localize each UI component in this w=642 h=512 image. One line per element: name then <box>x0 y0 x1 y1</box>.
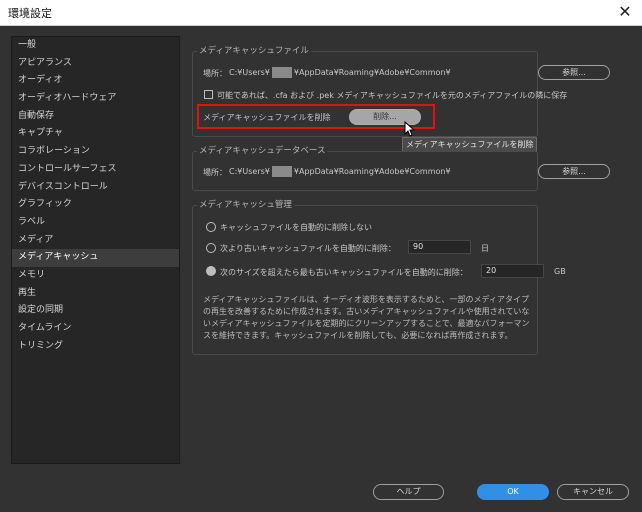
sidebar-item[interactable]: メディア <box>12 232 179 250</box>
sidebar-item[interactable]: トリミング <box>12 338 179 356</box>
sidebar-item[interactable]: コントロールサーフェス <box>12 161 179 179</box>
save-next-to-original-checkbox[interactable] <box>204 90 213 99</box>
delete-older-label: 次より古いキャッシュファイルを自動的に削除： <box>220 244 396 253</box>
cache-files-title: メディアキャッシュファイル <box>197 46 311 57</box>
ok-button[interactable]: OK <box>477 484 549 500</box>
delete-tooltip: メディアキャッシュファイルを削除 <box>402 137 538 152</box>
sidebar-item[interactable]: 一般 <box>12 37 179 55</box>
sidebar-item[interactable]: オーディオハードウェア <box>12 90 179 108</box>
cache-files-path-suffix: ¥AppData¥Roaming¥Adobe¥Common¥ <box>293 68 451 77</box>
cache-db-path-prefix: C:¥Users¥ <box>229 167 270 176</box>
sidebar-item[interactable]: 自動保存 <box>12 108 179 126</box>
cache-files-location-label: 場所： <box>203 69 227 78</box>
cancel-button[interactable]: キャンセル <box>557 484 629 500</box>
delete-over-size-radio[interactable] <box>206 266 216 276</box>
size-unit: GB <box>554 267 566 276</box>
size-input[interactable]: 20 <box>481 264 544 278</box>
cache-db-path-suffix: ¥AppData¥Roaming¥Adobe¥Common¥ <box>293 167 451 176</box>
delete-over-size-label: 次のサイズを超えたら最も古いキャッシュファイルを自動的に削除： <box>220 268 468 277</box>
sidebar-item[interactable]: コラボレーション <box>12 143 179 161</box>
cache-db-location-label: 場所： <box>203 168 227 177</box>
cache-files-path-prefix: C:¥Users¥ <box>229 68 270 77</box>
never-delete-label: キャッシュファイルを自動的に削除しない <box>220 223 372 232</box>
help-button[interactable]: ヘルプ <box>373 484 444 500</box>
sidebar-item[interactable]: デバイスコントロール <box>12 179 179 197</box>
title-bar: 環境設定 ✕ <box>0 0 642 26</box>
sidebar-item[interactable]: キャプチャ <box>12 125 179 143</box>
days-unit: 日 <box>481 244 489 253</box>
cache-db-path: C:¥Users¥ ¥AppData¥Roaming¥Adobe¥Common¥ <box>229 166 451 177</box>
save-next-to-original-label: 可能であれば、.cfa および .pek メディアキャッシュファイルを元のメディ… <box>217 91 568 100</box>
cache-db-browse-button[interactable]: 参照... <box>538 164 610 179</box>
cache-files-path: C:¥Users¥ ¥AppData¥Roaming¥Adobe¥Common¥ <box>229 67 451 78</box>
close-icon[interactable]: ✕ <box>608 0 642 25</box>
sidebar-item[interactable]: ラベル <box>12 214 179 232</box>
never-delete-radio[interactable] <box>206 222 216 232</box>
redacted-username <box>271 166 292 177</box>
sidebar-item[interactable]: アピアランス <box>12 55 179 73</box>
sidebar-item[interactable]: 設定の同期 <box>12 302 179 320</box>
cache-mgmt-title: メディアキャッシュ管理 <box>197 200 294 211</box>
days-input[interactable]: 90 <box>408 240 471 254</box>
cache-db-title: メディアキャッシュデータベース <box>197 146 328 157</box>
window-title: 環境設定 <box>8 7 52 20</box>
sidebar-item[interactable]: オーディオ <box>12 72 179 90</box>
delete-older-radio[interactable] <box>206 243 216 253</box>
mouse-cursor-icon <box>404 121 416 137</box>
preferences-dialog: 環境設定 ✕ 一般 アピアランス オーディオ オーディオハードウェア 自動保存 キャプチャ… <box>0 0 642 512</box>
redacted-username <box>271 67 292 78</box>
category-sidebar: 一般 アピアランス オーディオ オーディオハードウェア 自動保存 キャプチャ コラボレーショ… <box>11 36 180 464</box>
highlight-box <box>197 104 435 129</box>
sidebar-item[interactable]: メモリ <box>12 267 179 285</box>
cache-files-browse-button[interactable]: 参照... <box>538 65 610 80</box>
sidebar-item[interactable]: 再生 <box>12 285 179 303</box>
sidebar-item[interactable]: メディアキャッシュ <box>12 249 179 267</box>
category-list: 一般 アピアランス オーディオ オーディオハードウェア 自動保存 キャプチャ コラボレーショ… <box>12 37 179 355</box>
sidebar-item[interactable]: グラフィック <box>12 196 179 214</box>
cache-description: メディアキャッシュファイルは、オーディオ波形を表示するためと、一部のメディアタイ… <box>203 295 530 340</box>
sidebar-item[interactable]: タイムライン <box>12 320 179 338</box>
